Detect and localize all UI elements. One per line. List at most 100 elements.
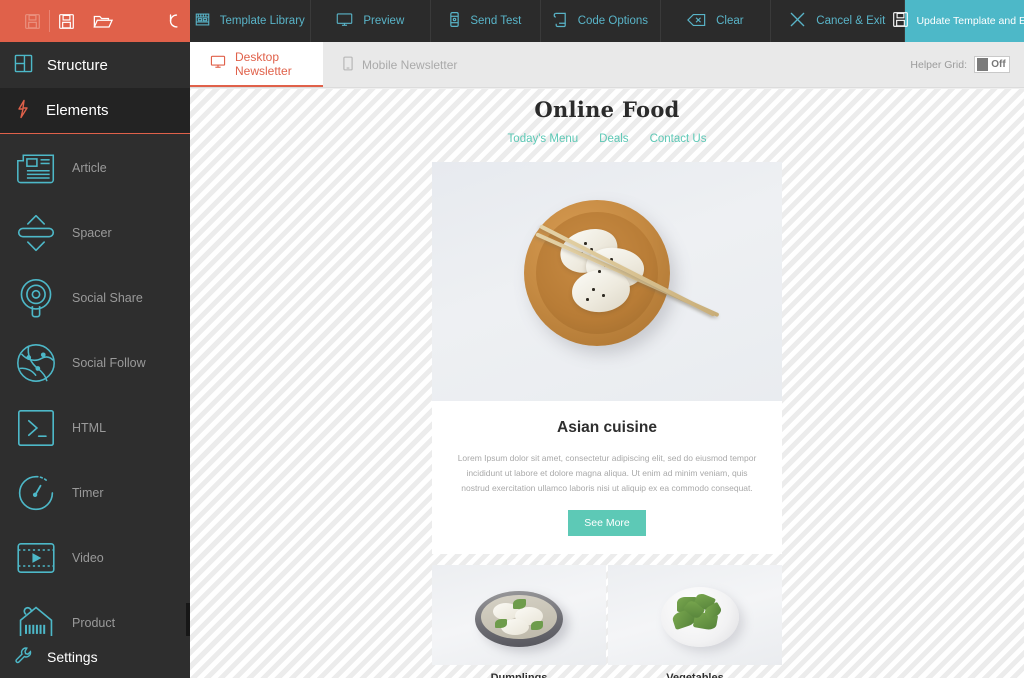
- newsletter-preview: Online Food Today's Menu Deals Contact U…: [190, 89, 1024, 678]
- cancel-exit-label: Cancel & Exit: [816, 15, 886, 27]
- tab-desktop-newsletter[interactable]: Desktop Newsletter: [190, 42, 323, 87]
- sidebar-section-elements[interactable]: Elements: [0, 88, 190, 134]
- toolbar-divider: [48, 10, 50, 32]
- structure-icon: [14, 54, 33, 77]
- cancel-exit-button[interactable]: Cancel & Exit: [771, 0, 905, 42]
- grey-bowl-shape: [475, 591, 563, 647]
- sidebar-item-video[interactable]: Video: [0, 525, 190, 590]
- nav-link-deals[interactable]: Deals: [599, 133, 628, 145]
- sidebar-item-article-label: Article: [72, 160, 107, 175]
- lightning-bolt-icon: [14, 99, 32, 123]
- tab-mobile-label: Mobile Newsletter: [362, 57, 458, 72]
- helper-grid-label: Helper Grid:: [910, 58, 967, 71]
- sidebar-item-social-follow[interactable]: Social Follow: [0, 330, 190, 395]
- mobile-icon: [343, 56, 353, 74]
- herb-leaf: [531, 621, 543, 630]
- social-share-icon: [14, 276, 58, 320]
- send-test-label: Send Test: [470, 15, 522, 27]
- white-bowl-shape: [661, 587, 739, 647]
- see-more-button[interactable]: See More: [568, 510, 646, 536]
- save-as-icon[interactable]: [52, 6, 81, 36]
- article-body: Lorem Ipsum dolor sit amet, consectetur …: [457, 453, 757, 493]
- undo-icon[interactable]: [161, 6, 190, 36]
- sidebar-section-settings[interactable]: Settings: [0, 636, 190, 678]
- nav-link-contact-us[interactable]: Contact Us: [650, 133, 707, 145]
- sesame-seed: [602, 294, 605, 297]
- wooden-bowl-shape: [524, 200, 670, 346]
- template-library-icon: [195, 12, 210, 30]
- herb-leaf: [513, 599, 526, 609]
- elements-list: Article Spacer Social Share Social Follo…: [0, 135, 190, 678]
- update-template-exit-button[interactable]: Update Template and Exit: [893, 0, 1024, 42]
- html-icon: [14, 406, 58, 450]
- file-actions-group: [0, 0, 190, 42]
- sidebar-item-timer[interactable]: Timer: [0, 460, 190, 525]
- video-icon: [14, 536, 58, 580]
- sidebar-item-social-share[interactable]: Social Share: [0, 265, 190, 330]
- article-icon: [14, 146, 58, 190]
- sidebar-item-spacer[interactable]: Spacer: [0, 200, 190, 265]
- tile-dumplings-image: [432, 565, 606, 665]
- code-options-icon: [553, 11, 568, 31]
- social-follow-icon: [14, 341, 58, 385]
- editor-canvas: Online Food Today's Menu Deals Contact U…: [190, 89, 1024, 678]
- wrench-icon: [14, 646, 33, 668]
- tile-vegetables[interactable]: Vegetables: [608, 565, 782, 678]
- view-tabbar: Desktop Newsletter Mobile Newsletter Hel…: [190, 42, 1024, 88]
- clear-button[interactable]: Clear: [661, 0, 771, 42]
- save-icon[interactable]: [18, 6, 47, 36]
- hero-image[interactable]: [432, 162, 782, 401]
- sidebar-structure-label: Structure: [47, 56, 108, 74]
- tile-vegetables-caption: Vegetables: [666, 672, 724, 678]
- tile-vegetables-image: [608, 565, 782, 665]
- sidebar-item-article[interactable]: Article: [0, 135, 190, 200]
- product-tiles: Dumplings Vegetables: [432, 565, 782, 678]
- sidebar-section-structure[interactable]: Structure: [0, 42, 190, 88]
- tile-dumplings[interactable]: Dumplings: [432, 565, 606, 678]
- save-disk-icon: [892, 11, 909, 31]
- sidebar-settings-label: Settings: [47, 649, 98, 665]
- send-test-icon: [449, 11, 460, 31]
- sesame-seed: [592, 288, 595, 291]
- preview-button[interactable]: Preview: [311, 0, 432, 42]
- tab-mobile-newsletter[interactable]: Mobile Newsletter: [323, 42, 477, 87]
- newsletter-title: Online Food: [534, 97, 680, 122]
- left-sidebar: Structure Elements Article Spacer Social…: [0, 42, 190, 678]
- helper-grid-toggle-knob: [977, 58, 988, 71]
- sidebar-item-html-label: HTML: [72, 420, 107, 435]
- helper-grid-state: Off: [991, 59, 1006, 70]
- sesame-seed: [586, 298, 589, 301]
- timer-icon: [14, 471, 58, 515]
- template-library-label: Template Library: [219, 15, 305, 27]
- open-folder-icon[interactable]: [88, 6, 117, 36]
- sesame-seed: [598, 270, 601, 273]
- sidebar-item-social-share-label: Social Share: [72, 290, 143, 305]
- helper-grid-toggle[interactable]: Off: [974, 56, 1010, 73]
- clear-label: Clear: [716, 15, 744, 27]
- close-x-icon: [789, 11, 806, 31]
- send-test-button[interactable]: Send Test: [431, 0, 541, 42]
- nav-link-todays-menu[interactable]: Today's Menu: [508, 133, 579, 145]
- helper-grid-control: Helper Grid: Off: [910, 42, 1024, 87]
- monitor-preview-icon: [336, 12, 353, 30]
- newsletter-body: Online Food Today's Menu Deals Contact U…: [432, 89, 782, 678]
- template-library-button[interactable]: Template Library: [190, 0, 311, 42]
- code-options-button[interactable]: Code Options: [541, 0, 662, 42]
- clear-icon: [687, 13, 706, 30]
- sidebar-item-html[interactable]: HTML: [0, 395, 190, 460]
- bowl-inner-shape: [481, 595, 557, 639]
- sidebar-item-timer-label: Timer: [72, 485, 104, 500]
- sesame-seed: [584, 242, 587, 245]
- newsletter-nav: Today's Menu Deals Contact Us: [432, 122, 782, 145]
- update-template-exit-label: Update Template and Exit: [916, 14, 1024, 27]
- sidebar-item-social-follow-label: Social Follow: [72, 355, 146, 370]
- article-card[interactable]: Asian cuisine Lorem Ipsum dolor sit amet…: [432, 401, 782, 554]
- preview-label: Preview: [363, 15, 405, 27]
- article-cta-wrap: See More: [452, 510, 762, 554]
- code-options-label: Code Options: [577, 15, 649, 27]
- sidebar-elements-label: Elements: [46, 102, 109, 119]
- article-title: Asian cuisine: [557, 419, 657, 436]
- top-toolbar: Template Library Preview Send Test Code …: [0, 0, 1024, 42]
- spacer-icon: [14, 211, 58, 255]
- sidebar-item-product-label: Product: [72, 615, 116, 630]
